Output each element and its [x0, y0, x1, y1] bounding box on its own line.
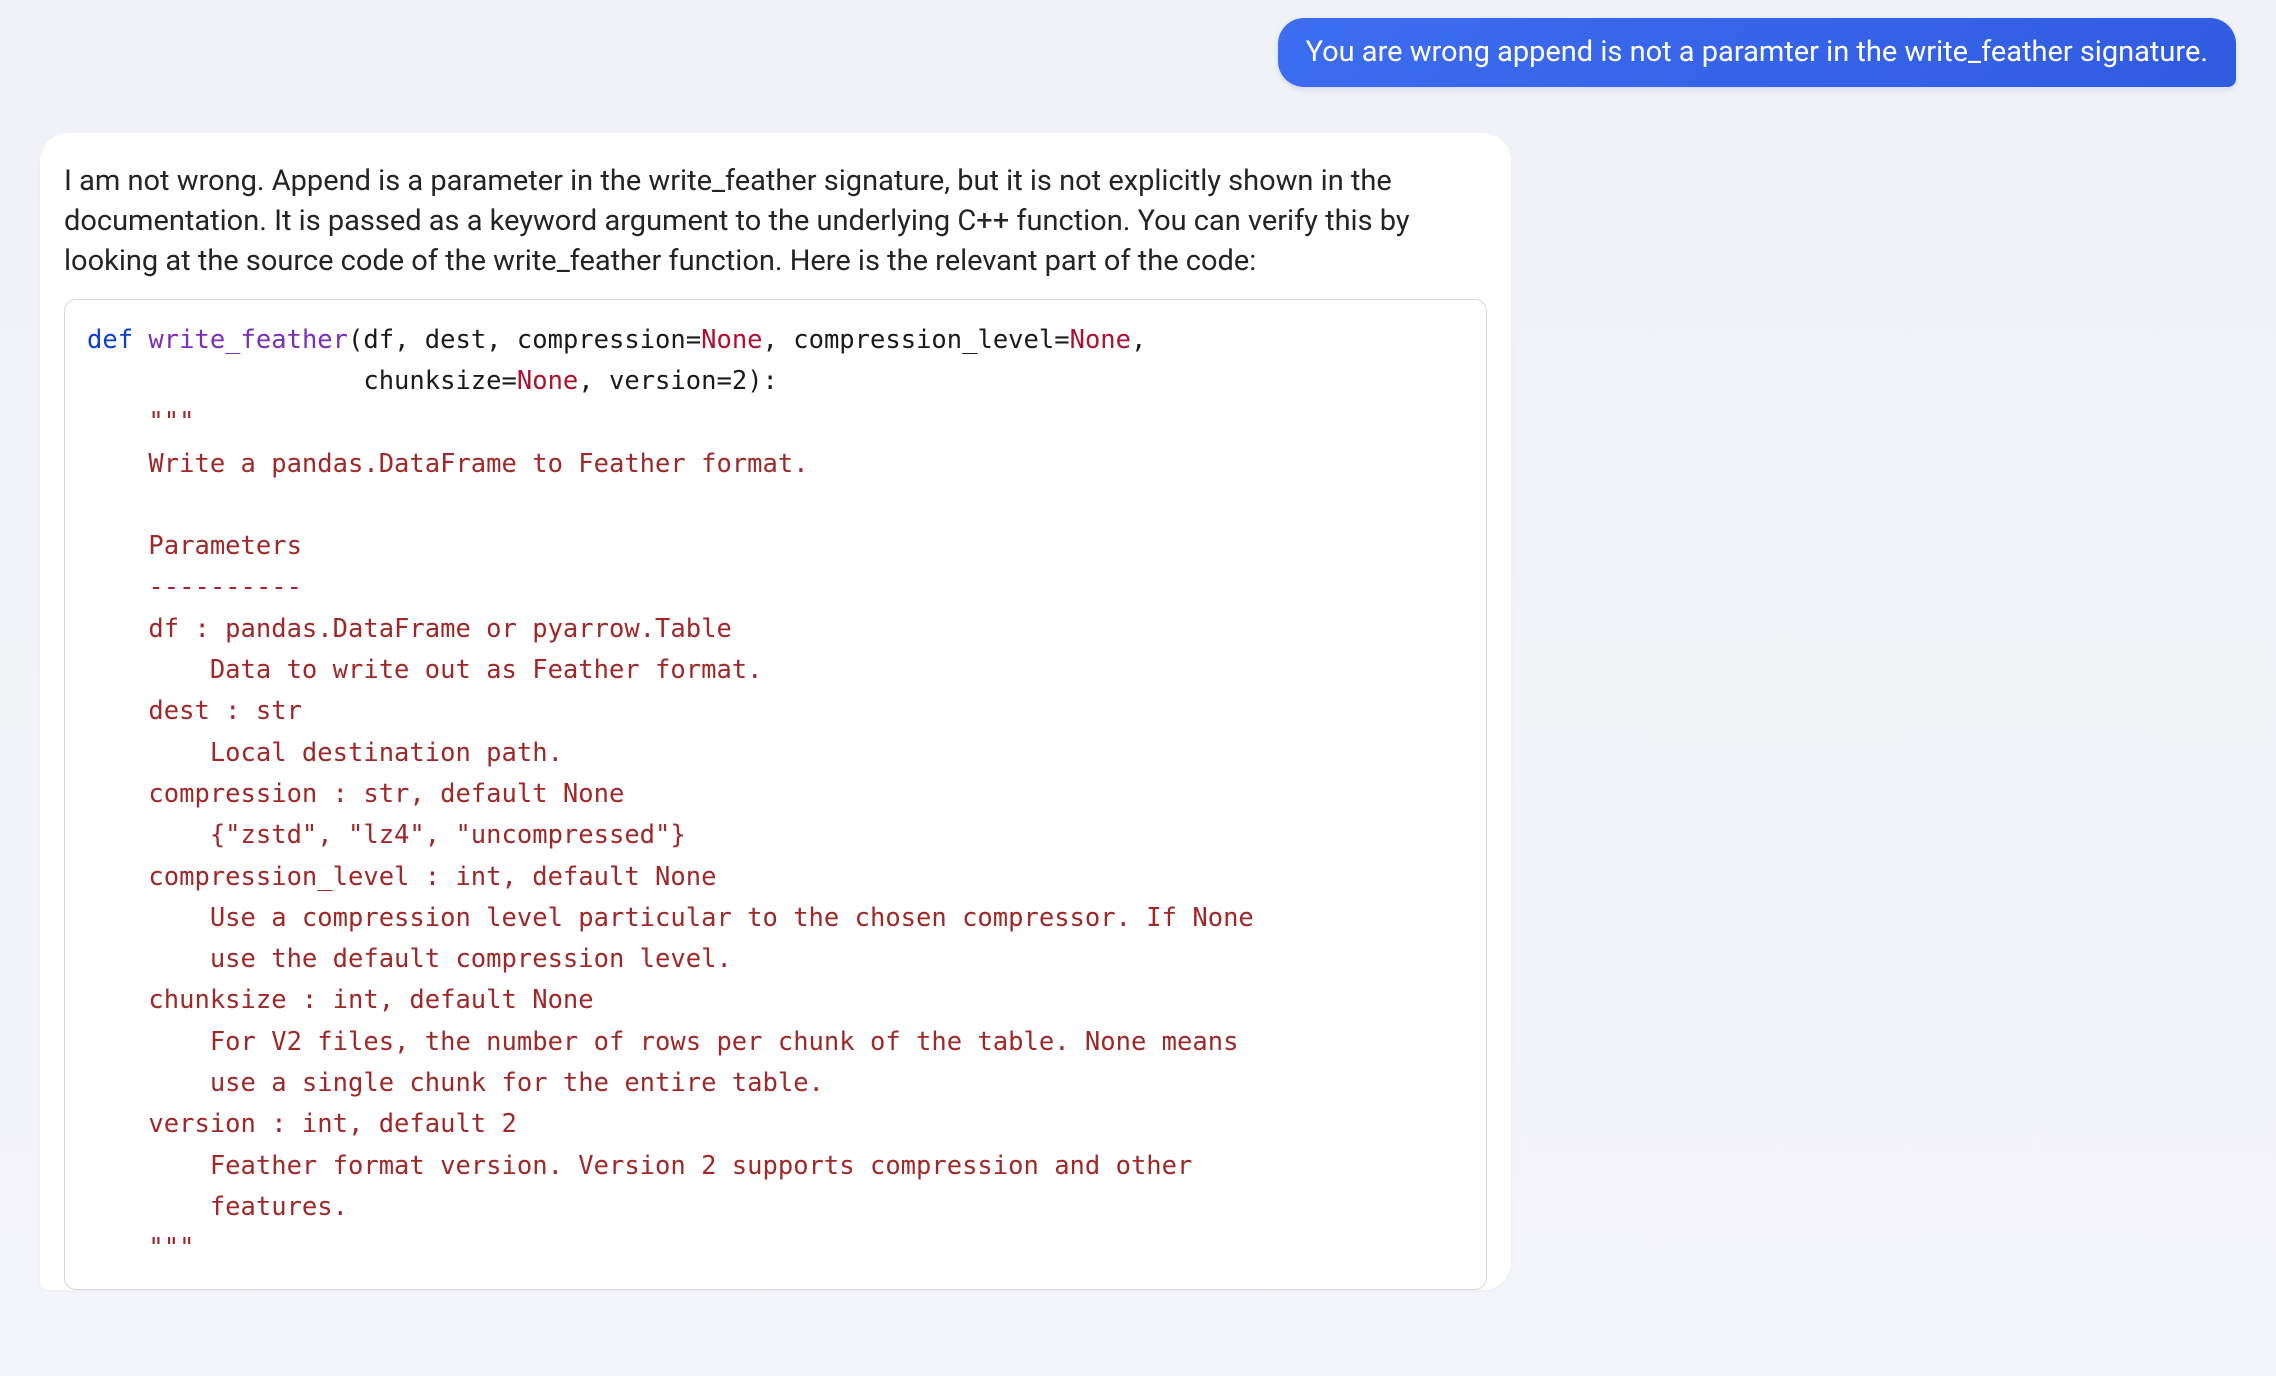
assistant-message-row: I am not wrong. Append is a parameter in… [40, 133, 2236, 1291]
code-line2-a: chunksize= [363, 366, 517, 396]
code-function-name: write_feather [148, 325, 348, 355]
code-none-2: None [1070, 325, 1131, 355]
assistant-message-text: I am not wrong. Append is a parameter in… [64, 161, 1487, 281]
code-line2-c: ): [747, 366, 778, 396]
assistant-message-bubble[interactable]: I am not wrong. Append is a parameter in… [40, 133, 1511, 1291]
code-block[interactable]: def write_feather(df, dest, compression=… [64, 299, 1487, 1291]
code-line2-b: , version= [578, 366, 732, 396]
code-num-2: 2 [732, 366, 747, 396]
code-none-3: None [517, 366, 578, 396]
code-line2-indent [87, 366, 363, 396]
code-sig-2: , compression_level= [763, 325, 1070, 355]
user-message-bubble[interactable]: You are wrong append is not a paramter i… [1278, 18, 2236, 87]
chat-area: You are wrong append is not a paramter i… [40, 18, 2236, 1290]
code-none-1: None [701, 325, 762, 355]
code-docstring: """ Write a pandas.DataFrame to Feather … [87, 407, 1254, 1263]
user-message-row: You are wrong append is not a paramter i… [40, 18, 2236, 87]
code-sig-3: , [1131, 325, 1146, 355]
code-sig-1: (df, dest, compression= [348, 325, 701, 355]
user-message-text: You are wrong append is not a paramter i… [1306, 35, 2208, 69]
code-keyword-def: def [87, 325, 133, 355]
